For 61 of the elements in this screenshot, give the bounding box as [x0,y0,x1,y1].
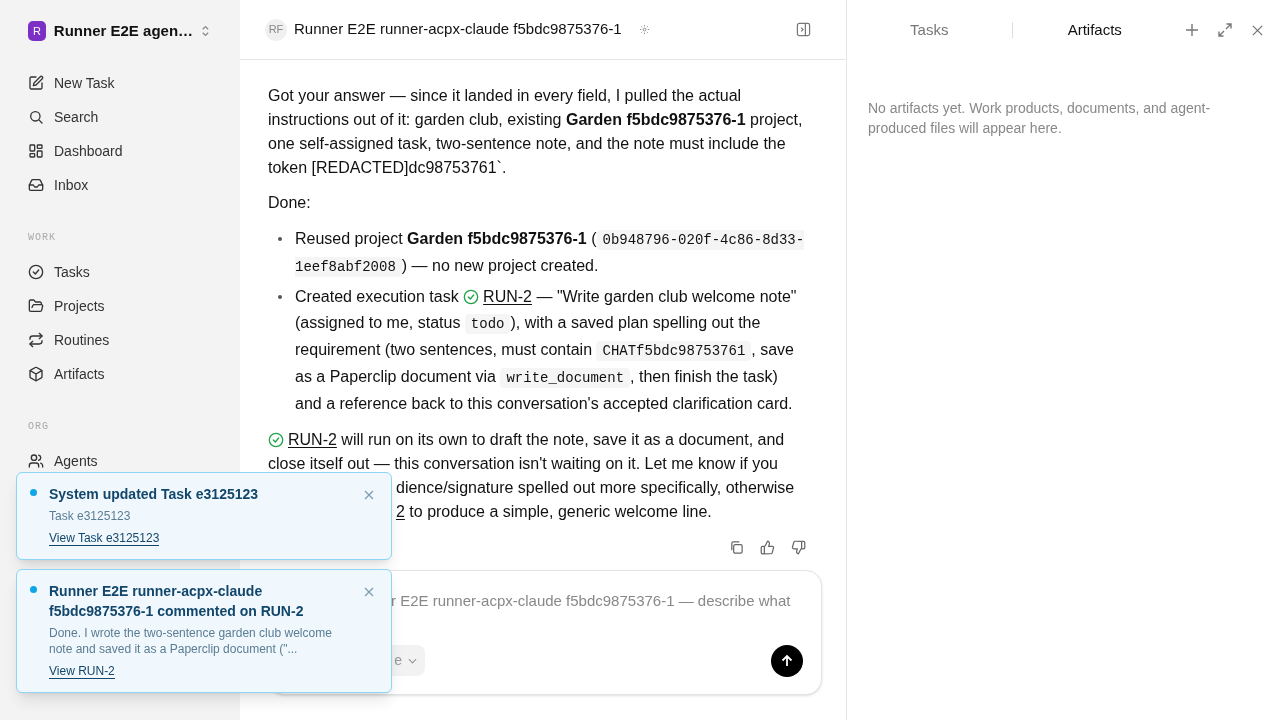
composer-placeholder: r E2E runner-acpx-claude f5bdc9875376-1 — describe what [391,591,791,611]
sidebar-item[interactable]: New Task [20,66,220,100]
folder-icon [28,298,44,314]
search-icon [28,109,44,125]
sidebar-item[interactable]: Artifacts [20,357,220,391]
task-link[interactable]: RUN-2 [483,288,532,305]
task-link[interactable]: RUN-2 [288,431,337,448]
close-button[interactable] [364,587,374,597]
toast-link[interactable]: View Task e3125123 [49,531,160,546]
toast-link[interactable]: View RUN-2 [49,664,115,679]
sidebar-item[interactable]: Routines [20,323,220,357]
check-circle-icon [463,289,480,305]
conversation-title: Runner E2E runner-acpx-claude f5bdc9875376-1 [294,19,622,40]
toast-title: System updated Task e3125123 [49,485,260,504]
thumbs-up-icon[interactable] [760,540,775,555]
sidebar-item[interactable]: Inbox [20,168,220,202]
workspace-avatar: R [28,21,46,41]
message-paragraph: Done: [268,193,312,213]
chevron-updown-icon[interactable] [201,24,210,38]
thumbs-down-icon[interactable] [791,540,806,555]
message-text: dience/signature spelled out more specifically, otherwise [396,478,795,498]
message-text: 2 to produce a simple, generic welcome line. [396,502,712,522]
check-circle-icon [268,432,284,448]
section-heading: WORK [27,231,57,245]
sidebar-item[interactable]: Tasks [20,255,220,289]
arrow-up-icon [780,654,794,668]
workspace-name[interactable]: Runner E2E agen… [53,19,194,43]
sidebar-toggle-icon[interactable] [796,22,811,37]
task-link[interactable]: 2 [396,503,405,520]
sidebar-item[interactable]: Search [20,100,220,134]
message-paragraph: Got your answer — since it landed in every field, I pulled the actual instructions out of it: garden club, existing Garden f5bdc9875376-1 project, one self-assigned task, two-sentence note, and the note must include the token [REDACTED]dc98753761`. [268,86,804,178]
close-icon[interactable] [1251,23,1264,37]
close-icon [364,490,374,500]
bullet [278,237,282,241]
repeat-icon [28,332,44,348]
sidebar-item[interactable]: Projects [20,289,220,323]
users-icon [28,453,44,469]
sidebar-item[interactable]: Dashboard [20,134,220,168]
list-item-text: Reused project Garden f5bdc9875376-1 ( 0b948796-020f-4c86-8d33-1eef8abf2008 ) — no new project created. [295,229,806,279]
copy-icon[interactable] [729,540,744,555]
toast-body: Task e3125123 [49,508,132,524]
add-icon[interactable] [1185,23,1199,37]
dashboard-icon [28,143,44,159]
inbox-icon [28,177,44,193]
panel-tab[interactable]: Artifacts [1012,18,1177,42]
close-icon [364,587,374,597]
check-circle-icon [28,264,44,280]
sidebar-item[interactable]: Agents [20,444,220,478]
edit-icon [28,75,44,91]
agent-avatar: RF [265,18,287,41]
cube-icon [28,366,44,382]
section-heading: ORG [27,420,50,434]
send-button[interactable] [771,645,803,677]
panel-tab[interactable]: Tasks [847,18,1012,42]
expand-icon[interactable] [1217,22,1233,38]
empty-state-text: No artifacts yet. Work products, documents, and agent-produced files will appear here. [867,99,1212,138]
close-button[interactable] [364,490,374,500]
bullet [278,295,282,299]
settings-icon[interactable] [638,24,650,35]
list-item-text: Created execution task RUN-2 — "Write garden club welcome note" (assigned to me, status todo ), with a saved plan spelling out the requirement (two sentences, must contain CHATf5bdc98753761 , save as a Paperclip document via write_document , then finish the task) and a reference back to this conversation's accepted clarification card. [295,287,798,414]
chevron-down-icon [408,657,417,664]
